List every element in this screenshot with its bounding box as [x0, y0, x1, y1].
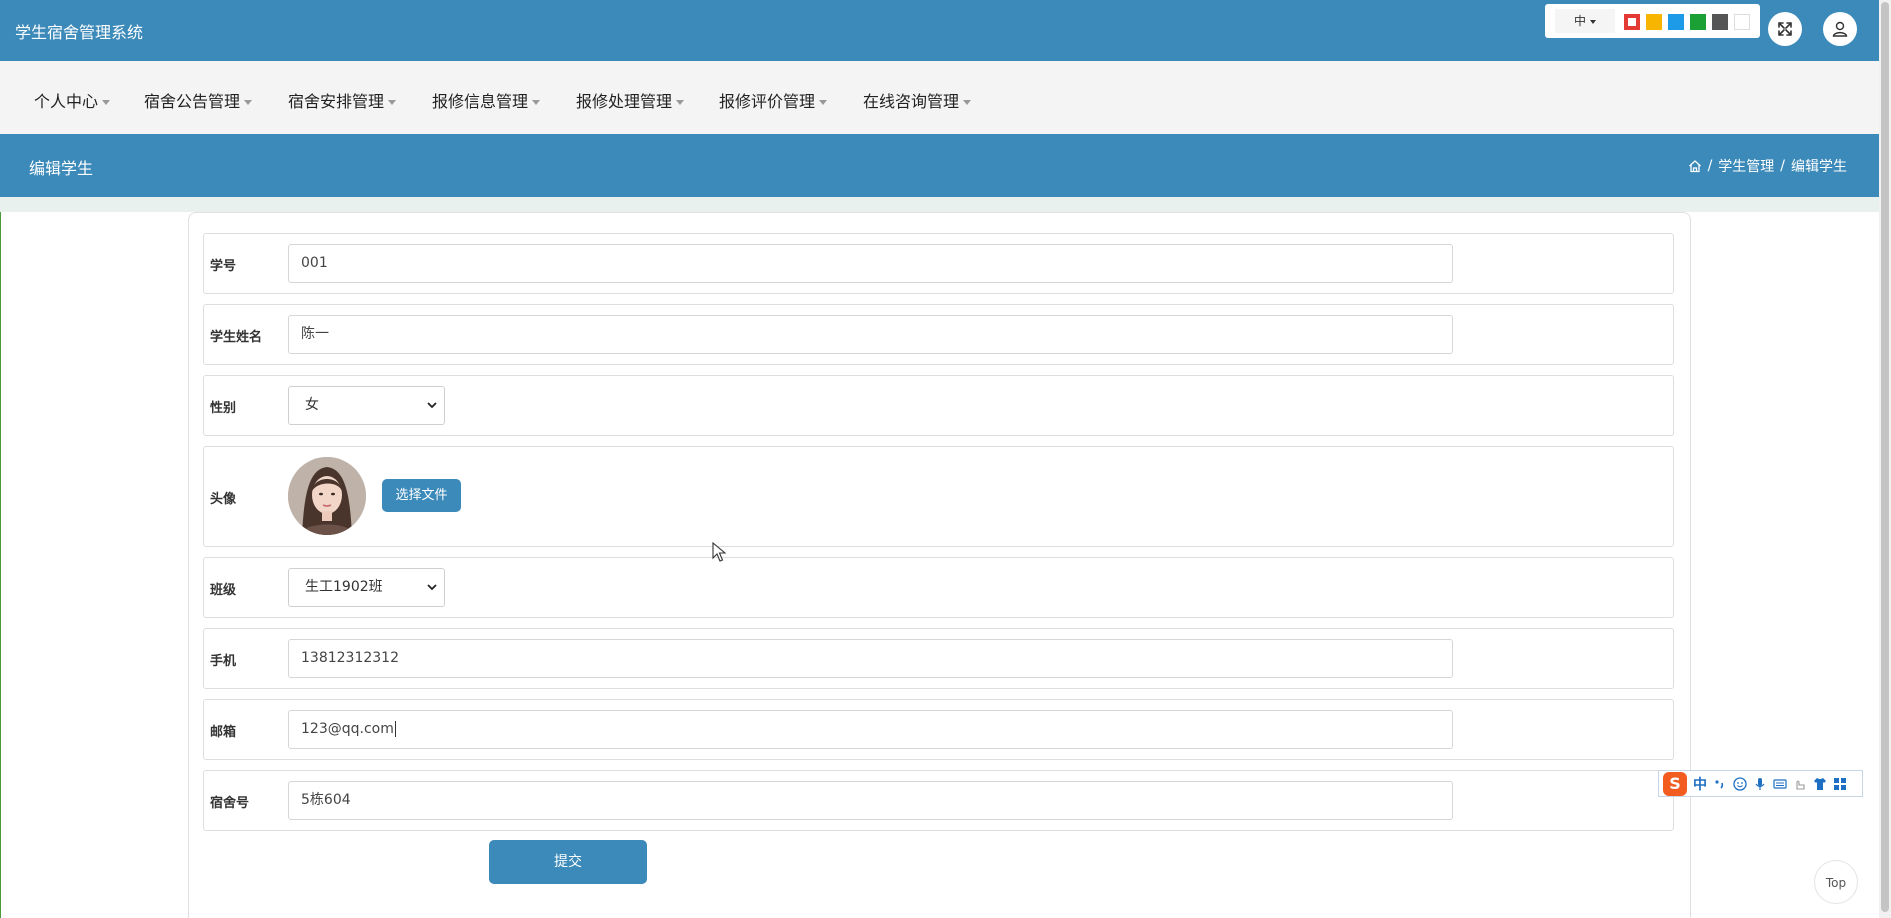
student-name-input[interactable]: 陈一 — [288, 315, 1453, 354]
email-input-value: 123@qq.com — [301, 721, 394, 737]
nav-item-label: 报修信息管理 — [432, 92, 529, 111]
breadcrumb-item-edit-student: 编辑学生 — [1791, 159, 1847, 175]
class-label: 班级 — [210, 583, 237, 598]
chevron-down-icon — [963, 100, 972, 105]
breadcrumb-item-student-management[interactable]: 学生管理 — [1718, 156, 1774, 176]
breadcrumb: / 学生管理 / 编辑学生 — [1688, 156, 1847, 176]
form-row-email: 邮箱 123@qq.com — [203, 699, 1674, 760]
language-label: 中 — [1573, 14, 1586, 28]
phone-input[interactable]: 13812312312 — [288, 639, 1453, 678]
form-row-avatar: 头像 选择文件 — [203, 446, 1674, 547]
avatar-label: 头像 — [210, 492, 237, 507]
nav-item-repair-review[interactable]: 报修评价管理 — [719, 88, 828, 112]
chevron-down-icon — [388, 100, 397, 105]
theme-swatch-blue[interactable] — [1668, 14, 1684, 30]
emoji-icon[interactable] — [1733, 776, 1747, 791]
avatar-image — [288, 457, 366, 535]
top-bar: 学生宿舍管理系统 中 — [0, 0, 1879, 61]
nav-item-repair-info[interactable]: 报修信息管理 — [432, 88, 541, 112]
nav-item-label: 报修处理管理 — [576, 92, 673, 111]
ime-mode-label[interactable]: 中 — [1693, 774, 1707, 794]
class-select-value: 生工1902班 — [305, 579, 383, 595]
nav-item-label: 宿舍安排管理 — [288, 92, 385, 111]
user-icon — [1832, 21, 1848, 37]
gender-label: 性别 — [210, 401, 237, 416]
ime-toolbar: S 中 — [1658, 770, 1863, 797]
chevron-down-icon — [532, 100, 541, 105]
back-to-top-button[interactable]: Top — [1814, 860, 1858, 904]
main-nav: 个人中心 宿舍公告管理 宿舍安排管理 报修信息管理 报修处理管理 报修评价管理 … — [0, 61, 1879, 134]
email-input[interactable]: 123@qq.com — [288, 710, 1453, 749]
chevron-down-icon — [1590, 19, 1596, 24]
gender-select-value: 女 — [305, 397, 319, 413]
gender-select[interactable]: 女 — [288, 386, 445, 425]
choose-file-button[interactable]: 选择文件 — [382, 479, 461, 512]
nav-item-personal-center[interactable]: 个人中心 — [34, 88, 111, 112]
student-id-label: 学号 — [210, 259, 237, 274]
language-select[interactable]: 中 — [1555, 9, 1615, 33]
home-icon[interactable] — [1688, 159, 1702, 173]
breadcrumb-separator: / — [1780, 158, 1785, 174]
student-id-input[interactable]: 001 — [288, 244, 1453, 283]
student-name-label: 学生姓名 — [210, 330, 263, 345]
nav-item-dorm-arrangement[interactable]: 宿舍安排管理 — [288, 88, 397, 112]
page-header: 编辑学生 / 学生管理 / 编辑学生 — [0, 134, 1879, 197]
form-row-class: 班级 生工1902班 — [203, 557, 1674, 618]
microphone-icon[interactable] — [1753, 777, 1767, 791]
nav-item-label: 在线咨询管理 — [863, 92, 960, 111]
chevron-down-icon — [427, 584, 437, 591]
theme-switcher: 中 — [1545, 4, 1760, 38]
dorm-label: 宿舍号 — [210, 796, 250, 811]
submit-button[interactable]: 提交 — [489, 840, 647, 884]
cursor-icon — [712, 542, 726, 562]
text-cursor — [394, 721, 396, 737]
page-scrollbar[interactable] — [1879, 0, 1891, 918]
form-row-dorm: 宿舍号 5栋604 — [203, 770, 1674, 831]
form-row-student-id: 学号 001 — [203, 233, 1674, 294]
breadcrumb-separator: / — [1707, 158, 1713, 174]
email-label: 邮箱 — [210, 725, 237, 740]
form-row-phone: 手机 13812312312 — [203, 628, 1674, 689]
theme-swatch-red[interactable] — [1624, 14, 1640, 30]
fullscreen-button[interactable] — [1768, 12, 1802, 46]
nav-item-online-consult[interactable]: 在线咨询管理 — [863, 88, 972, 112]
dorm-input[interactable]: 5栋604 — [288, 781, 1453, 820]
nav-item-label: 个人中心 — [34, 92, 99, 111]
nav-item-label: 宿舍公告管理 — [144, 92, 241, 111]
page-title: 编辑学生 — [29, 159, 94, 178]
gesture-icon[interactable] — [1793, 777, 1807, 791]
chevron-down-icon — [102, 100, 111, 105]
theme-swatch-orange[interactable] — [1646, 14, 1662, 30]
nav-item-label: 报修评价管理 — [719, 92, 816, 111]
app-title: 学生宿舍管理系统 — [15, 23, 144, 42]
theme-swatch-white[interactable] — [1734, 14, 1750, 30]
chevron-down-icon — [676, 100, 685, 105]
theme-swatch-dark[interactable] — [1712, 14, 1728, 30]
header-sub-strip — [0, 197, 1879, 212]
class-select[interactable]: 生工1902班 — [288, 568, 445, 607]
chevron-down-icon — [244, 100, 253, 105]
fullscreen-icon — [1778, 22, 1792, 36]
scrollbar-thumb[interactable] — [1881, 2, 1889, 912]
keyboard-icon[interactable] — [1773, 777, 1787, 791]
theme-swatch-green[interactable] — [1690, 14, 1706, 30]
nav-item-repair-handling[interactable]: 报修处理管理 — [576, 88, 685, 112]
nav-item-dorm-notice[interactable]: 宿舍公告管理 — [144, 88, 253, 112]
user-menu-button[interactable] — [1823, 12, 1857, 46]
skin-icon[interactable] — [1813, 777, 1827, 791]
chevron-down-icon — [427, 402, 437, 409]
chevron-down-icon — [819, 100, 828, 105]
toolbox-icon[interactable] — [1833, 777, 1847, 791]
punctuation-icon[interactable] — [1713, 777, 1727, 791]
phone-label: 手机 — [210, 654, 237, 669]
ime-logo-icon[interactable]: S — [1663, 771, 1687, 796]
form-row-name: 学生姓名 陈一 — [203, 304, 1674, 365]
form-row-gender: 性别 女 — [203, 375, 1674, 436]
